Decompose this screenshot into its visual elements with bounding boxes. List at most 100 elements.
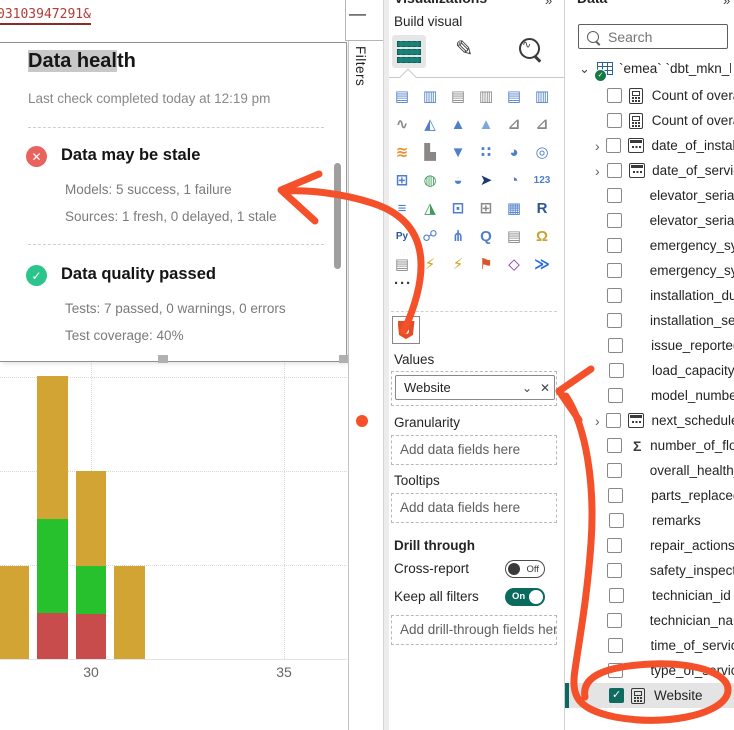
field-row-parts-replaced[interactable]: parts_replaced	[565, 483, 734, 508]
field-row-safety-inspectio[interactable]: safety_inspectio.	[565, 558, 734, 583]
search-box[interactable]	[578, 24, 728, 49]
field-row-date-of-service[interactable]: ›date_of_service	[565, 158, 734, 183]
field-row-number-of-floo[interactable]: Σnumber_of_floo.	[565, 433, 734, 458]
keep-all-filters-toggle[interactable]: On	[505, 588, 545, 606]
field-checkbox[interactable]	[607, 88, 622, 103]
field-checkbox[interactable]	[607, 463, 622, 478]
website-field-pill[interactable]: Website ⌄ ✕	[395, 375, 555, 400]
field-checkbox[interactable]	[609, 363, 624, 378]
field-row-installation-dur[interactable]: installation_dur..	[565, 283, 734, 308]
qa-visual-icon[interactable]: Q	[475, 226, 497, 248]
remove-field-icon[interactable]: ✕	[536, 381, 554, 395]
table-tree-root[interactable]: ⌄ ✓ `emea` `dbt_mkn_bron..	[565, 57, 734, 83]
field-row-load-capacity[interactable]: load_capacity	[565, 358, 734, 383]
metrics-icon[interactable]: Ω	[531, 226, 553, 248]
card-scrollbar-thumb[interactable]	[334, 163, 341, 269]
pie-chart-icon[interactable]: ◕	[503, 142, 525, 164]
key-influencers-icon[interactable]: ☍	[419, 226, 441, 248]
field-row-next-scheduled[interactable]: ›next_scheduled..	[565, 408, 734, 433]
values-well[interactable]: Website ⌄ ✕	[391, 371, 557, 406]
field-checkbox[interactable]	[607, 313, 622, 328]
html5-custom-visual[interactable]: 5	[392, 316, 420, 344]
100-stacked-column-chart-icon[interactable]: ▥	[531, 86, 553, 108]
tab-analytics[interactable]	[519, 38, 540, 59]
tab-build-visual[interactable]	[392, 35, 426, 68]
field-row-repair-actions-t[interactable]: repair_actions_t.	[565, 533, 734, 558]
bar-segment-green[interactable]	[76, 566, 106, 614]
clustered-column-chart-icon[interactable]: ▥	[475, 86, 497, 108]
cross-report-toggle[interactable]: Off	[505, 560, 545, 578]
card-icon[interactable]: 123	[531, 170, 553, 192]
collapse-chevron-icon[interactable]: ⌄	[579, 61, 590, 77]
field-checkbox[interactable]	[607, 538, 622, 553]
field-checkbox[interactable]	[608, 488, 623, 503]
field-checkbox[interactable]	[607, 188, 622, 203]
field-checkbox[interactable]	[607, 113, 622, 128]
python-visual-icon[interactable]: Py	[391, 226, 413, 248]
field-row-elevator-serial[interactable]: elevator_serial_..	[565, 183, 734, 208]
field-checkbox[interactable]	[609, 588, 624, 603]
smart-narrative-icon[interactable]: ▤	[503, 226, 525, 248]
matrix-icon[interactable]: ▦	[503, 198, 525, 220]
field-row-installation-serv[interactable]: installation_serv.	[565, 308, 734, 333]
line-chart-icon[interactable]: ∿	[391, 114, 413, 136]
stacked-area-chart-icon[interactable]: ▲	[447, 114, 469, 136]
search-input[interactable]	[606, 28, 727, 46]
field-checkbox[interactable]	[608, 338, 623, 353]
tooltips-well[interactable]: Add data fields here	[391, 493, 557, 523]
field-checkbox[interactable]	[607, 163, 622, 178]
multi-row-card-icon[interactable]: ≡	[391, 198, 413, 220]
lightning-card-visual-icon[interactable]: ⚡	[419, 254, 441, 276]
field-checkbox[interactable]	[607, 263, 622, 278]
line-and-clustered-column-chart-icon[interactable]: ⊿	[531, 114, 553, 136]
field-row-elevator-serial[interactable]: elevator_serial_..	[565, 208, 734, 233]
stacked-column-chart-icon[interactable]: ▥	[419, 86, 441, 108]
field-checkbox[interactable]	[609, 513, 624, 528]
more-visuals-ellipsis-icon[interactable]: ···	[394, 275, 412, 292]
field-row-emergency-syst[interactable]: emergency_syst.	[565, 258, 734, 283]
field-checkbox[interactable]	[609, 688, 624, 703]
100-stacked-bar-chart-icon[interactable]: ▤	[503, 86, 525, 108]
tab-format-visual[interactable]: ✎	[455, 36, 473, 62]
arcgis-map-icon[interactable]: ⚑	[475, 254, 497, 276]
field-row-website[interactable]: Website	[565, 683, 734, 708]
expand-chevron-icon[interactable]: ›	[595, 164, 607, 178]
100-stacked-area-chart-icon[interactable]: ▲	[475, 114, 497, 136]
bar-segment-gold[interactable]	[37, 376, 68, 519]
scatter-chart-icon[interactable]: ∷	[475, 142, 497, 164]
field-row-technician-id[interactable]: technician_id	[565, 583, 734, 608]
field-checkbox[interactable]	[606, 138, 621, 153]
drill-through-well[interactable]: Add drill-through fields here	[391, 615, 557, 645]
slicer-icon[interactable]: ⊡	[447, 198, 469, 220]
collapse-panel-icon[interactable]: »	[723, 0, 730, 8]
field-checkbox[interactable]	[606, 413, 621, 428]
power-automate-visual-icon[interactable]: ≫	[531, 254, 553, 276]
field-checkbox[interactable]	[607, 238, 622, 253]
bar-segment-gold[interactable]	[76, 471, 106, 566]
treemap-icon[interactable]: ⊞	[391, 170, 413, 192]
field-checkbox[interactable]	[607, 613, 622, 628]
donut-chart-icon[interactable]: ◎	[531, 142, 553, 164]
filters-pane-label[interactable]: Filters	[353, 46, 368, 86]
filters-pane-collapsed[interactable]: Filters	[349, 41, 383, 730]
field-checkbox[interactable]	[608, 663, 623, 678]
field-row-emergency-syst[interactable]: emergency_syst.	[565, 233, 734, 258]
funnel-chart-icon[interactable]: ▼	[447, 142, 469, 164]
table-icon[interactable]: ⊞	[475, 198, 497, 220]
ribbon-chart-icon[interactable]: ≋	[391, 142, 413, 164]
map-icon[interactable]: ◍	[419, 170, 441, 192]
field-row-time-of-service[interactable]: time_of_service	[565, 633, 734, 658]
field-checkbox[interactable]	[607, 563, 622, 578]
field-checkbox[interactable]	[607, 288, 622, 303]
bar-segment-red[interactable]	[37, 613, 68, 659]
kpi-icon[interactable]: ◮	[419, 198, 441, 220]
field-row-count-of-overal[interactable]: Count of overal..	[565, 83, 734, 108]
minimize-icon[interactable]: —	[349, 4, 366, 24]
field-row-count-of-overal[interactable]: Count of overal..	[565, 108, 734, 133]
gauge-icon[interactable]: ◔	[503, 170, 525, 192]
field-row-technician-name[interactable]: technician_name	[565, 608, 734, 633]
expand-chevron-icon[interactable]: ›	[595, 139, 606, 153]
stacked-bar-chart-icon[interactable]: ▤	[391, 86, 413, 108]
field-checkbox[interactable]	[608, 388, 623, 403]
line-and-stacked-column-chart-icon[interactable]: ⊿	[503, 114, 525, 136]
